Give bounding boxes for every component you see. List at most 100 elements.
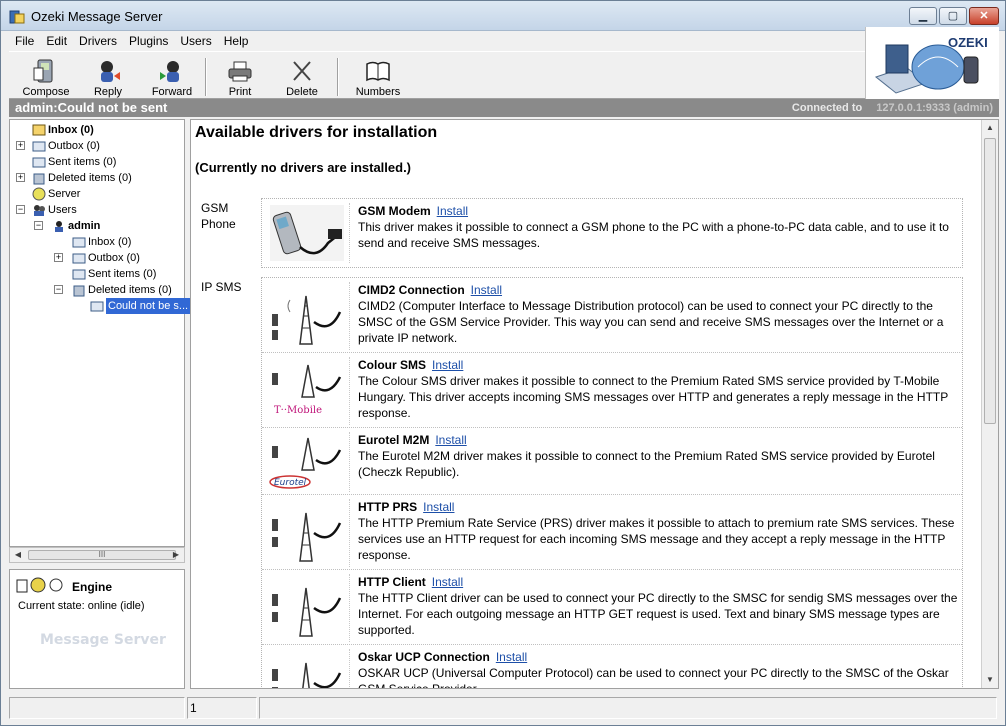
install-link[interactable]: Install (471, 283, 502, 297)
expand-toggle[interactable]: + (16, 173, 25, 182)
category-gsm-phone: GSM Phone (201, 201, 236, 231)
menu-file[interactable]: File (9, 31, 40, 51)
menu-users[interactable]: Users (174, 31, 217, 51)
scroll-right-icon[interactable]: ▶ (168, 548, 184, 562)
reply-button[interactable]: Reply (79, 54, 137, 100)
expand-toggle[interactable]: + (16, 141, 25, 150)
maximize-button[interactable]: ▢ (939, 7, 967, 25)
main-window: Ozeki Message Server ▁ ▢ ✕ File Edit Dri… (0, 0, 1006, 726)
compose-button[interactable]: Compose (17, 54, 75, 100)
menu-edit[interactable]: Edit (40, 31, 73, 51)
toolbar-separator (205, 58, 207, 96)
tmobile-antenna-icon: T··Mobile (272, 364, 342, 416)
gsm-modem-icon (270, 205, 344, 261)
install-link[interactable]: Install (432, 358, 463, 372)
group-ip-sms: CIMD2 Connection Install CIMD2 (Computer … (261, 277, 963, 688)
menu-help[interactable]: Help (218, 31, 255, 51)
menu-plugins[interactable]: Plugins (123, 31, 174, 51)
driver-description: The HTTP Client driver can be used to co… (358, 591, 958, 637)
install-link[interactable]: Install (423, 500, 454, 514)
numbers-button[interactable]: Numbers (349, 54, 407, 100)
driver-name: Colour SMS (358, 358, 426, 372)
connection-info: Connected to 127.0.0.1:9333 (admin) (792, 99, 993, 117)
reply-label: Reply (93, 86, 123, 98)
server-icon (32, 187, 46, 201)
driver-description: CIMD2 (Computer Interface to Message Dis… (358, 299, 944, 345)
toolbar: Compose Reply Forward Print Delete Numbe… (9, 51, 865, 99)
content-vertical-scrollbar[interactable]: ▲ ▼ (981, 120, 998, 688)
group-gsm-phone: GSM Modem Install This driver makes it po… (261, 198, 963, 268)
install-link[interactable]: Install (496, 650, 527, 664)
user-icon (55, 221, 63, 232)
antenna-icon (272, 295, 342, 345)
envelope-icon (90, 301, 104, 312)
close-button[interactable]: ✕ (969, 7, 999, 25)
engine-state: Current state: online (idle) (18, 600, 145, 612)
scroll-thumb[interactable] (984, 138, 996, 424)
menu-drivers[interactable]: Drivers (73, 31, 123, 51)
tree-item-label: Deleted items (0) (48, 172, 132, 184)
selected-item-path: admin:Could not be sent (15, 100, 168, 115)
antenna-icon (272, 587, 342, 637)
driver-http-client: HTTP Client Install The HTTP Client drive… (262, 570, 962, 645)
tree-item-label: Sent items (0) (48, 156, 117, 168)
engine-title: Engine (72, 580, 113, 594)
driver-text: Eurotel M2M Install The Eurotel M2M drive… (358, 432, 958, 480)
driver-name: HTTP Client (358, 575, 426, 589)
collapse-toggle[interactable]: − (54, 285, 63, 294)
page-title: Available drivers for installation (195, 124, 438, 141)
status-cell-2: 1 (187, 697, 257, 719)
toolbar-separator (337, 58, 339, 96)
tree-item-label: Sent items (0) (88, 268, 157, 280)
antenna-icon (272, 662, 342, 688)
driver-colour-sms: T··Mobile Colour SMS Install The Colour S… (262, 353, 962, 428)
delete-icon (293, 61, 311, 81)
print-button[interactable]: Print (211, 54, 269, 100)
scroll-left-icon[interactable]: ◀ (10, 548, 26, 562)
driver-cimd2: CIMD2 Connection Install CIMD2 (Computer … (262, 278, 962, 353)
status-cell-3 (259, 697, 997, 719)
collapse-toggle[interactable]: − (34, 221, 43, 230)
compose-icon (33, 59, 53, 83)
category-ip-sms: IP SMS (201, 280, 242, 294)
tree-item-label: Inbox (0) (48, 124, 94, 136)
install-link[interactable]: Install (437, 204, 468, 218)
gsm-phone-image (266, 203, 350, 263)
driver-name: CIMD2 Connection (358, 283, 465, 297)
drivers-panel: Available drivers for installation (Curr… (190, 119, 999, 689)
eurotel-logo-text: Eurotel (274, 478, 307, 488)
scroll-up-icon[interactable]: ▲ (982, 120, 998, 136)
connection-status-line: admin:Could not be sent Connected to 127.… (9, 99, 999, 117)
minimize-button[interactable]: ▁ (909, 7, 937, 25)
driver-http-prs: HTTP PRS Install The HTTP Premium Rate Se… (262, 495, 962, 570)
collapse-toggle[interactable]: − (16, 205, 25, 214)
colour-sms-image: T··Mobile (266, 357, 350, 425)
scroll-thumb[interactable]: III (28, 550, 176, 560)
delete-button[interactable]: Delete (273, 54, 331, 100)
app-icon (9, 10, 25, 24)
outbox-icon (72, 253, 86, 264)
tree-item-label: Outbox (0) (48, 140, 100, 152)
driver-eurotel-m2m: Eurotel Eurotel M2M Install The Eurotel M… (262, 428, 962, 495)
driver-description: The Colour SMS driver makes it possible … (358, 374, 949, 420)
driver-description: This driver makes it possible to connect… (358, 220, 949, 250)
folder-tree: Inbox (0) + Outbox (0) Sent items (0) + … (9, 119, 191, 547)
tree-item-label: Users (48, 204, 77, 216)
install-link[interactable]: Install (432, 575, 463, 589)
install-link[interactable]: Install (435, 433, 466, 447)
driver-text: Colour SMS Install The Colour SMS driver … (358, 357, 958, 421)
address-book-icon (366, 61, 390, 82)
scroll-down-icon[interactable]: ▼ (982, 672, 998, 688)
eurotel-image: Eurotel (266, 432, 350, 492)
driver-description: The HTTP Premium Rate Service (PRS) driv… (358, 516, 955, 562)
tmobile-logo-text: T··Mobile (274, 405, 322, 416)
expand-toggle[interactable]: + (54, 253, 63, 262)
tree-horizontal-scrollbar[interactable]: ◀ III ▶ (9, 547, 185, 563)
antenna-image (266, 574, 350, 642)
driver-name: Oskar UCP Connection (358, 650, 490, 664)
antenna-image (266, 282, 350, 350)
forward-button[interactable]: Forward (143, 54, 201, 100)
engine-watermark: Message Server (40, 632, 166, 648)
tree-item-label: Deleted items (0) (88, 284, 172, 296)
driver-text: GSM Modem Install This driver makes it po… (358, 203, 958, 251)
